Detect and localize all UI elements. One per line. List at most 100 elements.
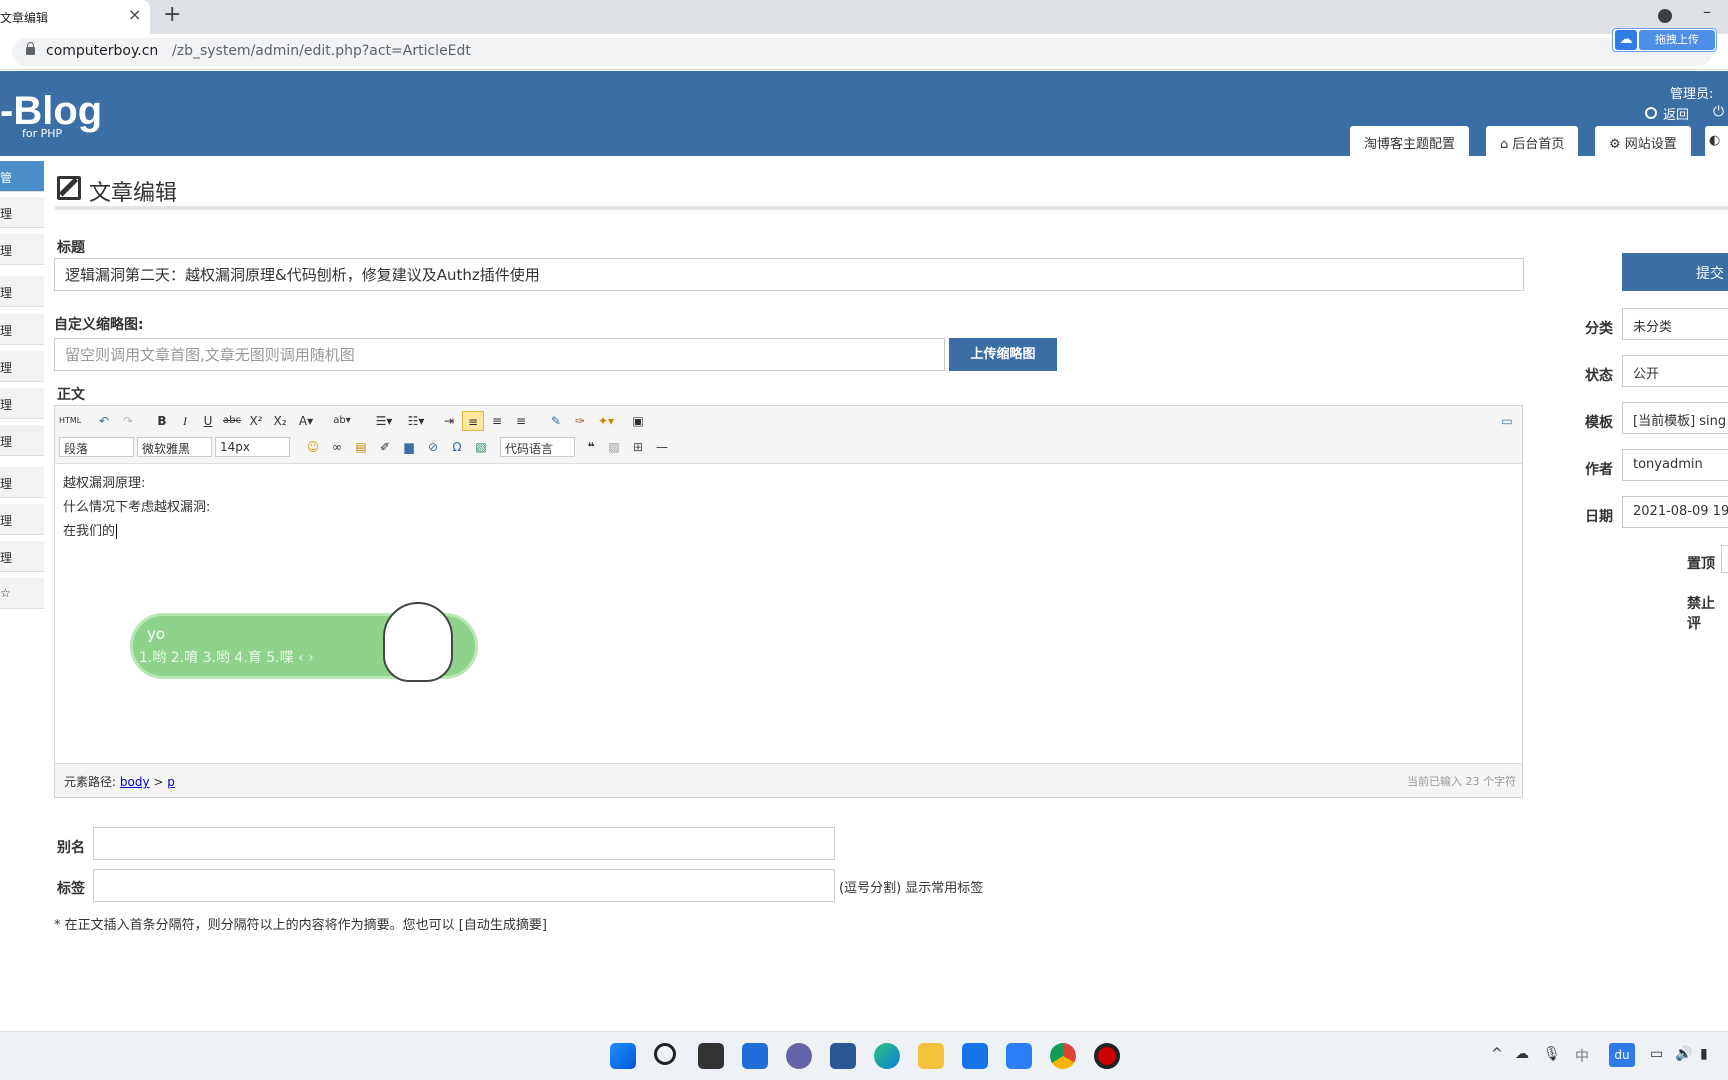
mail-icon[interactable] xyxy=(962,1043,988,1069)
sidebar-item[interactable]: 理 xyxy=(0,425,44,456)
indent-icon[interactable]: ⇥ xyxy=(438,411,460,431)
sidebar-item[interactable]: 理 xyxy=(0,276,44,307)
title-input[interactable]: 逻辑漏洞第二天：越权漏洞原理&代码刨析，修复建议及Authz插件使用 xyxy=(54,258,1524,291)
thumbnail-input[interactable]: 留空则调用文章首图,文章无图则调用随机图 xyxy=(54,338,945,371)
alias-input[interactable] xyxy=(93,827,835,860)
status-select[interactable]: 公开 xyxy=(1622,355,1728,387)
windows-start-icon[interactable] xyxy=(610,1043,636,1069)
submit-button[interactable]: 提交 xyxy=(1622,253,1728,291)
feishu-icon[interactable] xyxy=(1006,1043,1032,1069)
image-icon[interactable]: ▤ xyxy=(350,437,372,457)
ordered-list-icon[interactable]: ☰▾ xyxy=(373,411,395,431)
tab-site-settings[interactable]: ⚙ 网站设置 xyxy=(1595,126,1691,156)
record-icon[interactable] xyxy=(1094,1043,1120,1069)
chat-icon[interactable] xyxy=(786,1043,812,1069)
tab-dashboard[interactable]: ⌂ 后台首页 xyxy=(1486,126,1579,156)
search-icon[interactable] xyxy=(654,1043,676,1065)
tab-search-icon[interactable] xyxy=(1658,9,1672,23)
subscript-icon[interactable]: X₂ xyxy=(269,411,291,431)
volume-icon[interactable]: 🔊 xyxy=(1675,1046,1692,1062)
path-p-link[interactable]: p xyxy=(167,775,175,789)
template-select[interactable]: [当前模板] sing xyxy=(1622,402,1728,434)
tab-close-icon[interactable]: × xyxy=(128,5,141,24)
link-icon[interactable]: ∞ xyxy=(326,437,348,457)
unordered-list-icon[interactable]: ☷▾ xyxy=(405,411,427,431)
category-select[interactable]: 未分类 xyxy=(1622,308,1728,340)
sidebar-item[interactable]: 理 xyxy=(0,351,44,382)
align-center-icon[interactable]: ≡ xyxy=(486,411,508,431)
store-icon[interactable] xyxy=(830,1043,856,1069)
baidu-input-icon[interactable]: du xyxy=(1609,1043,1635,1067)
scrawl-icon[interactable]: ✐ xyxy=(374,437,396,457)
insert-image-icon[interactable]: ▨ xyxy=(603,437,625,457)
sidebar-item[interactable]: 理 xyxy=(0,467,44,498)
insert-frame-icon[interactable]: ▧ xyxy=(470,437,492,457)
widgets-icon[interactable] xyxy=(742,1043,768,1069)
lock-icon[interactable] xyxy=(26,42,35,55)
special-char-icon[interactable]: Ω xyxy=(446,437,468,457)
code-language-select[interactable]: 代码语言 xyxy=(500,437,575,457)
strikethrough-icon[interactable]: abc xyxy=(221,411,243,431)
html-icon[interactable]: HTML xyxy=(59,411,81,431)
format-brush-icon[interactable]: ✑ xyxy=(569,411,591,431)
font-size-select[interactable]: 14px xyxy=(215,437,290,457)
fullscreen-icon[interactable]: ▭ xyxy=(1496,411,1518,431)
sidebar-item[interactable]: 理 xyxy=(0,314,44,345)
upload-extension-button[interactable]: ☁ 拖拽上传 xyxy=(1612,28,1717,52)
tray-overflow-icon[interactable]: ^ xyxy=(1491,1046,1503,1062)
ime-indicator[interactable]: 中 xyxy=(1575,1046,1589,1066)
path-body-link[interactable]: body xyxy=(120,775,150,789)
upload-thumbnail-button[interactable]: 上传缩略图 xyxy=(949,338,1057,371)
sidebar-item[interactable]: ☆ xyxy=(0,578,44,609)
cloud-sync-icon[interactable]: ☁ xyxy=(1515,1046,1529,1062)
microphone-icon[interactable]: 🎙 xyxy=(1543,1046,1561,1062)
author-select[interactable]: tonyadmin xyxy=(1622,449,1728,481)
redo-icon[interactable]: ↷ xyxy=(117,411,139,431)
tab-more[interactable]: ◐ xyxy=(1705,126,1728,156)
superscript-icon[interactable]: X² xyxy=(245,411,267,431)
logout-icon[interactable]: ⏻ xyxy=(1713,104,1724,120)
sidebar-item[interactable]: 理 xyxy=(0,504,44,535)
sidebar-item[interactable]: 理 xyxy=(0,541,44,572)
tags-input[interactable] xyxy=(93,869,835,902)
paragraph-select[interactable]: 段落 xyxy=(59,437,134,457)
chrome-icon[interactable] xyxy=(1050,1043,1076,1069)
emoji-icon[interactable]: ☺ xyxy=(302,437,324,457)
save-icon[interactable]: ▆ xyxy=(398,437,420,457)
align-right-icon[interactable]: ≡ xyxy=(510,411,532,431)
back-link[interactable]: 返回 xyxy=(1663,104,1689,123)
tab-theme-config[interactable]: 淘博客主题配置 xyxy=(1350,126,1470,156)
italic-icon[interactable]: I xyxy=(174,411,196,431)
file-explorer-icon[interactable] xyxy=(918,1043,944,1069)
font-family-select[interactable]: 微软雅黑 xyxy=(137,437,212,457)
blockquote-icon[interactable]: ❝ xyxy=(580,437,602,457)
minimize-button[interactable]: – xyxy=(1703,2,1711,21)
ime-candidate-window[interactable]: yo 1.哟 2.唷 3.哟 4.育 5.喋 ‹ › xyxy=(130,602,478,682)
browser-tab[interactable]: 文章编辑 × xyxy=(0,0,150,34)
font-color-icon[interactable]: A▾ xyxy=(295,411,317,431)
underline-icon[interactable]: U xyxy=(197,411,219,431)
battery-icon[interactable]: ▮ xyxy=(1700,1046,1708,1062)
ime-candidates[interactable]: 1.哟 2.唷 3.哟 4.育 5.喋 ‹ › xyxy=(139,646,314,670)
undo-icon[interactable]: ↶ xyxy=(93,411,115,431)
highlight-icon[interactable]: ab▾ xyxy=(331,411,353,431)
align-left-icon[interactable]: ≡ xyxy=(462,411,484,431)
bold-icon[interactable]: B xyxy=(151,411,173,431)
url-input[interactable]: computerboy.cn /zb_system/admin/edit.php… xyxy=(12,38,1712,66)
sidebar-item-active[interactable]: 管 xyxy=(0,161,44,192)
auto-format-icon[interactable]: ✦▾ xyxy=(595,411,617,431)
attachment-icon[interactable]: ⊘ xyxy=(422,437,444,457)
sidebar-item[interactable]: 理 xyxy=(0,388,44,419)
task-view-icon[interactable] xyxy=(698,1043,724,1069)
sidebar-item[interactable]: 理 xyxy=(0,197,44,228)
horizontal-rule-icon[interactable]: — xyxy=(651,437,673,457)
network-icon[interactable]: ▭ xyxy=(1650,1046,1663,1062)
editor-content[interactable]: 越权漏洞原理: 什么情况下考虑越权漏洞: 在我们的 yo 1.哟 2.唷 3.哟… xyxy=(55,464,1522,768)
paste-icon[interactable]: ▣ xyxy=(627,411,649,431)
pin-top-select[interactable] xyxy=(1721,545,1728,573)
eraser-icon[interactable]: ✎ xyxy=(545,411,567,431)
table-icon[interactable]: ⊞ xyxy=(627,437,649,457)
new-tab-button[interactable]: + xyxy=(163,2,181,27)
sidebar-item[interactable]: 理 xyxy=(0,234,44,265)
date-input[interactable]: 2021-08-09 19: xyxy=(1622,496,1728,528)
